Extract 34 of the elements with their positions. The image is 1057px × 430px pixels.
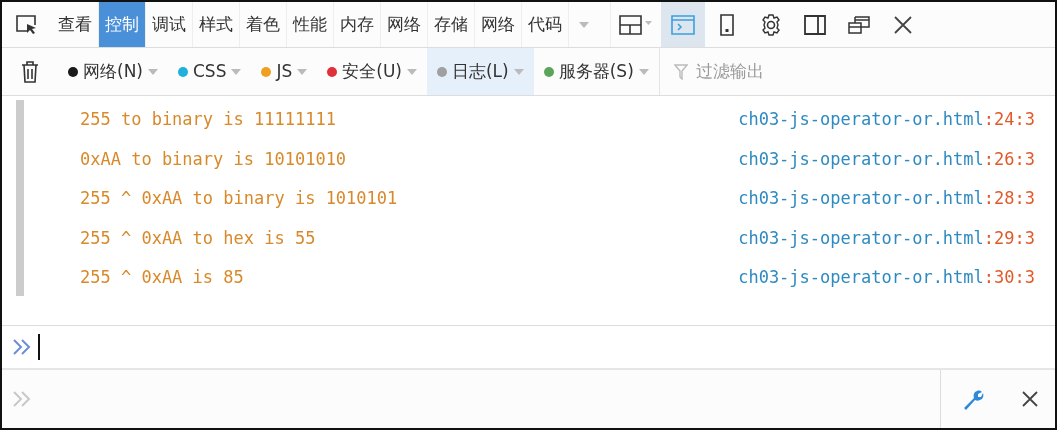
source-link[interactable]: ch03-js-operator-or.html:28:3 (738, 186, 1035, 212)
caret-icon (148, 69, 158, 75)
source-link[interactable]: ch03-js-operator-or.html:29:3 (738, 225, 1035, 251)
log-message: 255 ^ 0xAA is 85 (80, 266, 244, 289)
filter-button[interactable]: 安全(U) (317, 48, 427, 95)
tab[interactable]: 调试 (146, 2, 193, 47)
filter-button[interactable]: 日志(L) (426, 48, 534, 95)
filter-icon (673, 63, 688, 80)
log-message: 255 ^ 0xAA to binary is 1010101 (80, 187, 398, 210)
caret-icon (513, 69, 524, 75)
tab[interactable]: 性能 (287, 2, 334, 47)
tab[interactable]: 样式 (193, 2, 240, 47)
tab[interactable]: 网络 (475, 2, 522, 47)
filter-button[interactable]: 服务器(S) (533, 48, 659, 95)
filter-button[interactable]: JS (251, 48, 318, 95)
caret-icon (231, 69, 242, 75)
log-message: 0xAA to binary is 10101010 (80, 147, 347, 171)
source-link[interactable]: ch03-js-operator-or.html:24:3 (738, 107, 1035, 133)
console-input[interactable] (38, 334, 42, 360)
log-message: 255 ^ 0xAA to hex is 55 (80, 226, 316, 250)
tab[interactable]: 内存 (334, 2, 381, 47)
filter-button[interactable]: CSS (168, 48, 252, 95)
tab[interactable]: 代码 (522, 2, 569, 47)
tab[interactable]: 存储 (428, 2, 475, 47)
source-link[interactable]: ch03-js-operator-or.html:26:3 (738, 146, 1035, 172)
filter-field[interactable]: 过滤输出 (693, 57, 917, 86)
tab[interactable]: 着色 (240, 2, 287, 47)
source-link[interactable]: ch03-js-operator-or.html:30:3 (738, 265, 1035, 291)
caret-icon (297, 69, 308, 75)
filter-button[interactable]: 网络(N) (58, 48, 168, 95)
caret-icon (638, 69, 649, 75)
caret-icon (406, 69, 417, 75)
log-message: 255 to binary is 11111111 (80, 108, 336, 131)
tab[interactable]: 网络 (381, 2, 428, 47)
